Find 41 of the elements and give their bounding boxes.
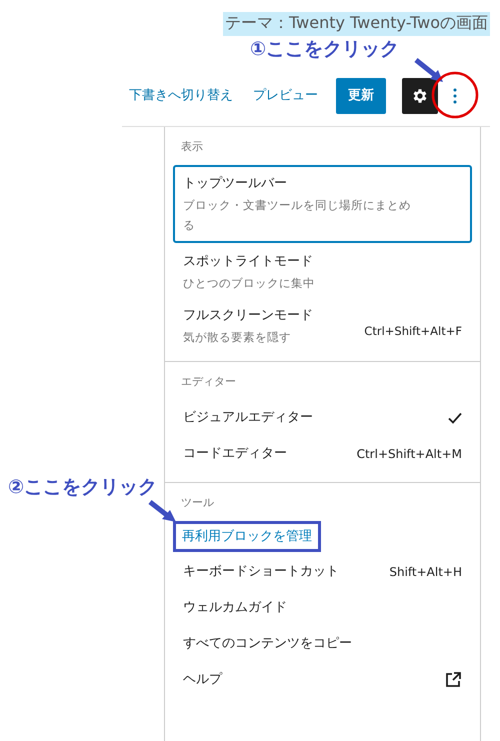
menu-item[interactable]: すべてのコンテンツをコピー [173,626,472,662]
item-label: すべてのコンテンツをコピー [183,635,353,654]
shortcut-label: Ctrl+Shift+Alt+F [364,323,462,340]
menu-option[interactable]: スポットライトモード ひとつのブロックに集中 [173,247,472,297]
section-label: ツール [180,495,215,511]
section-label: エディター [180,374,237,390]
option-label: フルスクリーンモード [183,307,314,325]
switch-to-draft-link[interactable]: 下書きへ切り替え [129,86,233,106]
option-label: スポットライトモード [183,253,314,271]
option-label: トップツールバー [183,175,288,193]
menu-option[interactable]: フルスクリーンモード 気が散る要素を隠す Ctrl+Shift+Alt+F [173,301,472,351]
option-description: 気が散る要素を隠す [183,329,292,346]
option-description: ひとつのブロックに集中 [183,275,316,292]
menu-item[interactable]: コードエディター Ctrl+Shift+Alt+M [173,436,472,472]
option-description: ブロック・文書ツールを同じ場所にまとめる [183,197,412,234]
highlight-circle [432,72,478,118]
external-link-icon [444,671,462,689]
more-options-icon [453,88,457,104]
menu-item[interactable]: 再利用ブロックを管理 [173,521,321,552]
settings-button[interactable] [402,78,438,114]
preview-link[interactable]: プレビュー [253,86,318,106]
item-label: ヘルプ [183,671,224,690]
item-label: ウェルカムガイド [183,599,288,618]
menu-option[interactable]: トップツールバー ブロック・文書ツールを同じ場所にまとめる [173,165,472,243]
item-label: 再利用ブロックを管理 [182,528,312,546]
menu-item[interactable]: キーボードショートカット Shift+Alt+H [173,554,472,590]
section-label: 表示 [180,139,204,155]
caption-label: テーマ：Twenty Twenty-Twoの画面 [223,12,490,36]
item-label: ビジュアルエディター [183,409,314,428]
item-label: コードエディター [183,445,288,464]
shortcut-label: Ctrl+Shift+Alt+M [356,446,462,463]
menu-item[interactable]: ビジュアルエディター [173,400,472,436]
menu-item[interactable]: ウェルカムガイド [173,590,472,626]
update-button[interactable]: 更新 [336,78,386,114]
menu-item[interactable]: ヘルプ [173,662,472,698]
annotation-label: ①ここをクリック [250,37,400,62]
shortcut-label: Shift+Alt+H [389,564,462,581]
item-label: キーボードショートカット [183,563,340,582]
settings-icon [411,87,429,105]
arrow [148,500,176,522]
arrow [414,58,443,82]
